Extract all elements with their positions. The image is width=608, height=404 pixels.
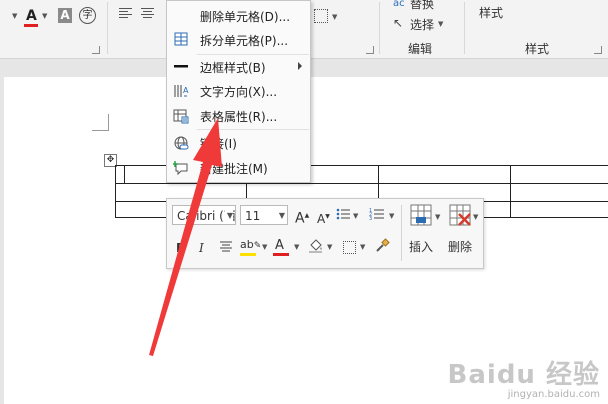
menu-item-label: 表格属性(R)... xyxy=(200,110,278,124)
delete-table-icon[interactable] xyxy=(448,204,472,228)
styles-group-label: 样式 xyxy=(525,42,550,56)
watermark: Baidu 经验 jingyan.baidu.com xyxy=(448,354,600,400)
menu-item-text-direction[interactable]: A 文字方向(X)... xyxy=(167,79,310,103)
font-color-caret[interactable]: ▼ xyxy=(294,243,299,251)
menu-item-border-styles[interactable]: 边框样式(B) xyxy=(167,55,310,79)
highlight-caret[interactable]: ▼ xyxy=(262,243,267,251)
char-shading-icon[interactable]: A xyxy=(58,8,72,23)
shading-caret[interactable]: ▼ xyxy=(327,243,332,251)
menu-item-split-cells[interactable]: 拆分单元格(P)... xyxy=(167,28,310,52)
menu-item-label: 文字方向(X)... xyxy=(200,85,278,99)
chevron-down-icon: ▼ xyxy=(224,206,233,224)
shading-bucket-icon[interactable] xyxy=(307,238,323,254)
text-direction-icon: A xyxy=(173,83,189,99)
table-border xyxy=(510,165,511,218)
shrink-font-icon[interactable]: A▼ xyxy=(317,209,330,226)
insert-table-icon[interactable] xyxy=(409,204,433,228)
menu-item-link[interactable]: 链接(I) xyxy=(167,131,310,155)
font-name-combo[interactable]: Calibri (西 ▼ xyxy=(172,205,236,225)
menu-item-label: 新建批注(M) xyxy=(200,162,268,176)
chevron-down-icon: ▼ xyxy=(278,211,285,220)
paragraph-group-launcher[interactable] xyxy=(366,46,374,54)
editing-group-label: 编辑 xyxy=(408,42,433,56)
font-color-icon[interactable]: A xyxy=(26,8,37,24)
margin-corner-mark xyxy=(92,114,109,131)
svg-text:A: A xyxy=(183,86,189,95)
border-icon[interactable] xyxy=(343,241,356,254)
submenu-arrow-icon xyxy=(298,62,302,70)
font-color-caret[interactable]: ▼ xyxy=(42,12,47,20)
ribbon-separator xyxy=(379,2,380,54)
toolbar-separator xyxy=(401,205,402,261)
menu-item-delete-cells[interactable]: 删除单元格(D)... xyxy=(167,4,310,28)
menu-item-label: 删除单元格(D)... xyxy=(200,10,291,24)
table-properties-icon xyxy=(173,108,189,124)
align-left-icon[interactable] xyxy=(119,8,132,19)
menu-separator xyxy=(197,129,309,130)
highlight-swatch xyxy=(240,253,256,256)
italic-icon[interactable]: I xyxy=(199,240,204,256)
insert-caret[interactable]: ▼ xyxy=(435,213,440,221)
center-align-icon[interactable] xyxy=(219,240,233,256)
replace-button[interactable]: 替换 xyxy=(410,0,434,12)
font-size-combo[interactable]: 11 ▼ xyxy=(240,205,288,225)
menu-item-table-properties[interactable]: 表格属性(R)... xyxy=(167,104,310,128)
borders-icon[interactable] xyxy=(314,9,328,23)
select-caret[interactable]: ▼ xyxy=(438,20,443,28)
border-line-icon xyxy=(173,59,189,75)
svg-text:3: 3 xyxy=(369,216,372,221)
table-border xyxy=(115,165,116,218)
delete-button[interactable]: 删除 xyxy=(448,238,472,255)
styles-group-launcher[interactable] xyxy=(594,46,602,54)
mini-toolbar: Calibri (西 ▼ 11 ▼ A▲ A▼ ▼ 123 ▼ ▼ 插入 ▼ 删… xyxy=(166,198,484,269)
borders-caret[interactable]: ▼ xyxy=(332,13,337,21)
bullets-icon[interactable] xyxy=(335,207,351,223)
ribbon-separator xyxy=(107,2,108,54)
new-comment-icon xyxy=(172,160,189,176)
enclose-char-icon[interactable]: 字 xyxy=(79,7,96,24)
highlight-icon[interactable]: ab✎ xyxy=(240,237,261,253)
font-size-value: 11 xyxy=(245,209,261,223)
font-group-launcher[interactable] xyxy=(92,46,100,54)
split-cells-icon xyxy=(173,32,189,48)
font-color-swatch xyxy=(24,24,38,27)
numbering-caret[interactable]: ▼ xyxy=(389,212,394,220)
table-border xyxy=(124,165,125,184)
styles-button[interactable]: 样式 xyxy=(479,4,503,21)
table-border xyxy=(115,183,608,184)
menu-item-new-comment[interactable]: 新建批注(M) xyxy=(167,156,310,180)
grow-font-icon[interactable]: A▲ xyxy=(295,208,309,227)
font-color-icon[interactable]: A xyxy=(275,238,284,254)
numbering-icon[interactable]: 123 xyxy=(368,207,384,223)
menu-item-label: 边框样式(B) xyxy=(200,61,266,75)
delete-caret[interactable]: ▼ xyxy=(473,213,478,221)
font-dropdown-caret[interactable]: ▼ xyxy=(12,12,17,20)
font-color-swatch xyxy=(273,253,289,256)
bold-icon[interactable]: B xyxy=(176,240,185,256)
menu-item-label: 链接(I) xyxy=(200,137,237,151)
insert-button[interactable]: 插入 xyxy=(409,238,433,255)
select-button[interactable]: 选择 xyxy=(410,16,434,33)
border-caret[interactable]: ▼ xyxy=(360,243,365,251)
ribbon-separator xyxy=(464,2,465,54)
select-cursor-icon: ↖ xyxy=(393,16,404,30)
align-center-icon[interactable] xyxy=(141,8,154,19)
format-painter-icon[interactable] xyxy=(374,238,390,254)
link-icon xyxy=(173,135,189,151)
bullets-caret[interactable]: ▼ xyxy=(353,212,358,220)
context-menu: 删除单元格(D)... 拆分单元格(P)... 边框样式(B) A 文字方向(X… xyxy=(166,0,311,183)
menu-item-label: 拆分单元格(P)... xyxy=(200,34,289,48)
replace-icon[interactable]: ac xyxy=(393,0,405,12)
watermark-main: Baidu 经验 xyxy=(447,360,600,390)
